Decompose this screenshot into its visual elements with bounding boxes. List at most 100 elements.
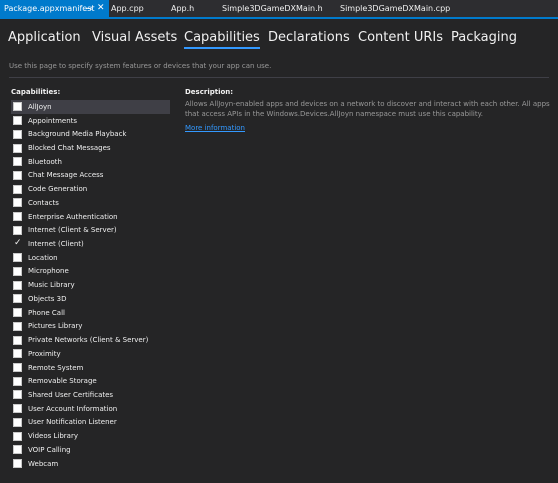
capability-label: Location xyxy=(28,253,58,262)
tab-capabilities[interactable]: Capabilities xyxy=(184,30,260,49)
capability-checkbox[interactable] xyxy=(13,143,22,153)
divider xyxy=(9,77,549,78)
doc-tab-simple3dgamedxmain-h[interactable]: Simple3DGameDXMain.h xyxy=(222,0,323,17)
capability-item[interactable]: Music Library xyxy=(11,278,170,292)
capability-checkbox[interactable] xyxy=(13,445,22,455)
capability-label: AllJoyn xyxy=(28,102,52,111)
capability-checkbox[interactable] xyxy=(13,376,22,386)
doc-tab-label: App.h xyxy=(171,4,195,13)
pin-icon[interactable]: ⊸ xyxy=(86,0,93,17)
capability-label: Videos Library xyxy=(28,432,78,441)
capability-checkbox[interactable] xyxy=(13,363,22,373)
capability-item[interactable]: Shared User Certificates xyxy=(11,388,170,402)
capability-checkbox[interactable] xyxy=(13,335,22,345)
capability-checkbox[interactable] xyxy=(13,266,22,276)
capability-label: Phone Call xyxy=(28,308,65,317)
capability-item[interactable]: Phone Call xyxy=(11,306,170,320)
doc-tab-label: Simple3DGameDXMain.h xyxy=(222,4,323,13)
tab-application[interactable]: Application xyxy=(8,30,81,45)
capability-checkbox[interactable] xyxy=(13,102,22,112)
capability-item[interactable]: Objects 3D xyxy=(11,292,170,306)
doc-tab-package-appxmanifest[interactable]: Package.appxmanifest ⊸ ✕ xyxy=(0,0,109,17)
capability-checkbox[interactable] xyxy=(13,459,22,469)
description-text: Allows AllJoyn-enabled apps and devices … xyxy=(185,100,550,118)
capability-label: Contacts xyxy=(28,198,59,207)
capability-label: Microphone xyxy=(28,267,69,276)
capability-label: Appointments xyxy=(28,116,78,125)
capability-label: Music Library xyxy=(28,281,75,290)
capability-checkbox[interactable] xyxy=(13,280,22,290)
capability-item[interactable]: Microphone xyxy=(11,265,170,279)
capability-checkbox[interactable] xyxy=(13,198,22,208)
doc-tab-simple3dgamedxmain-cpp[interactable]: Simple3DGameDXMain.cpp xyxy=(340,0,450,17)
capability-checkbox[interactable] xyxy=(13,349,22,359)
capability-item[interactable]: VOIP Calling xyxy=(11,443,170,457)
capability-item[interactable]: Location xyxy=(11,251,170,265)
capability-checkbox[interactable] xyxy=(13,225,22,235)
capability-checkbox[interactable] xyxy=(13,308,22,318)
capability-item[interactable]: User Account Information xyxy=(11,402,170,416)
capability-checkbox[interactable] xyxy=(13,184,22,194)
capability-label: Background Media Playback xyxy=(28,130,127,139)
capability-item[interactable]: Webcam xyxy=(11,457,170,471)
capability-item[interactable]: Enterprise Authentication xyxy=(11,210,170,224)
capability-item[interactable]: Removable Storage xyxy=(11,374,170,388)
capability-item[interactable]: Chat Message Access xyxy=(11,169,170,183)
capability-item[interactable]: User Notification Listener xyxy=(11,416,170,430)
capability-item[interactable]: Code Generation xyxy=(11,182,170,196)
capability-item[interactable]: Proximity xyxy=(11,347,170,361)
capability-item[interactable]: Internet (Client & Server) xyxy=(11,223,170,237)
doc-tab-app-h[interactable]: App.h xyxy=(171,0,194,17)
capability-item[interactable]: Remote System xyxy=(11,361,170,375)
capability-checkbox[interactable] xyxy=(13,294,22,304)
capability-label: Blocked Chat Messages xyxy=(28,144,111,153)
capability-label: Private Networks (Client & Server) xyxy=(28,336,149,345)
description-heading: Description: xyxy=(185,88,234,96)
capability-label: Enterprise Authentication xyxy=(28,212,118,221)
capability-checkbox[interactable] xyxy=(13,431,22,441)
doc-tab-label: Simple3DGameDXMain.cpp xyxy=(340,4,451,13)
capabilities-list: AllJoyn Appointments Background Media Play… xyxy=(11,100,170,470)
document-tab-strip: Package.appxmanifest ⊸ ✕ App.cpp App.h S… xyxy=(0,0,558,19)
tab-declarations[interactable]: Declarations xyxy=(268,30,350,45)
capabilities-heading: Capabilities: xyxy=(11,88,61,96)
capability-item[interactable]: Videos Library xyxy=(11,429,170,443)
capability-item[interactable]: Pictures Library xyxy=(11,320,170,334)
capability-item[interactable]: Private Networks (Client & Server) xyxy=(11,333,170,347)
capability-label: Removable Storage xyxy=(28,377,97,386)
capability-label: User Notification Listener xyxy=(28,418,117,427)
capability-label: Code Generation xyxy=(28,185,88,194)
capability-checkbox[interactable] xyxy=(13,129,22,139)
capability-checkbox[interactable] xyxy=(13,253,22,263)
capability-label: Pictures Library xyxy=(28,322,83,331)
more-information-link[interactable]: More information xyxy=(185,124,245,132)
checkmark-icon: ✓ xyxy=(14,237,22,248)
doc-tab-label: Package.appxmanifest xyxy=(4,4,95,13)
capability-item[interactable]: Contacts xyxy=(11,196,170,210)
tab-content-uris[interactable]: Content URIs xyxy=(358,30,443,45)
capability-label: Remote System xyxy=(28,363,84,372)
capability-checkbox[interactable] xyxy=(13,390,22,400)
doc-tab-app-cpp[interactable]: App.cpp xyxy=(111,0,144,17)
capability-checkbox[interactable]: ✓ xyxy=(13,237,22,249)
capability-checkbox[interactable] xyxy=(13,212,22,222)
tab-visual-assets[interactable]: Visual Assets xyxy=(92,30,177,45)
capability-checkbox[interactable] xyxy=(13,321,22,331)
tab-packaging[interactable]: Packaging xyxy=(451,30,517,45)
capability-checkbox[interactable] xyxy=(13,157,22,167)
capability-item[interactable]: Bluetooth xyxy=(11,155,170,169)
capability-item[interactable]: Appointments xyxy=(11,114,170,128)
capability-item[interactable]: Background Media Playback xyxy=(11,127,170,141)
capability-checkbox[interactable] xyxy=(13,404,22,414)
capability-label: Bluetooth xyxy=(28,157,62,166)
capability-label: Internet (Client) xyxy=(28,240,84,249)
capability-item[interactable]: Blocked Chat Messages xyxy=(11,141,170,155)
doc-tab-label: App.cpp xyxy=(111,4,144,13)
capability-checkbox[interactable] xyxy=(13,170,22,180)
capability-item[interactable]: AllJoyn xyxy=(11,100,170,114)
capability-label: User Account Information xyxy=(28,404,118,413)
capability-checkbox[interactable] xyxy=(13,417,22,427)
close-icon[interactable]: ✕ xyxy=(97,0,105,17)
capability-checkbox[interactable] xyxy=(13,116,22,126)
capability-item[interactable]: ✓ Internet (Client) xyxy=(11,237,170,251)
